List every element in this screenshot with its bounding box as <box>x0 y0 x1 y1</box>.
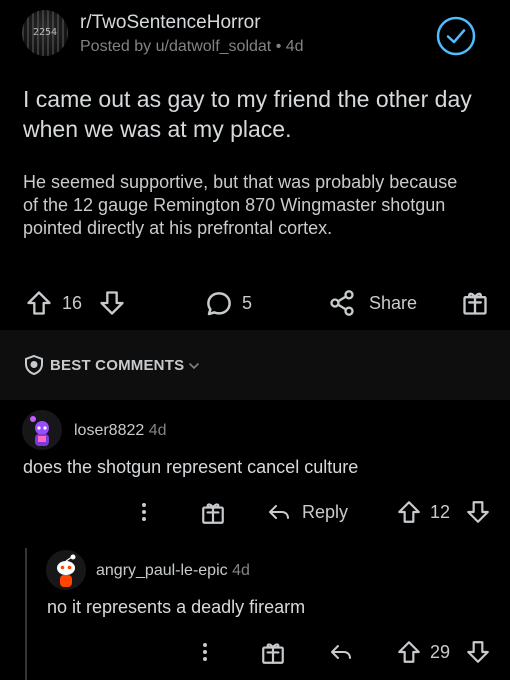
reply-upvote-button[interactable] <box>396 639 422 665</box>
share-icon <box>330 290 354 316</box>
upvote-icon <box>398 501 420 523</box>
subreddit-avatar[interactable]: 2254 <box>22 10 68 56</box>
downvote-icon <box>100 291 124 315</box>
checkmark-badge-icon <box>436 16 476 56</box>
comment-body: does the shotgun represent cancel cultur… <box>23 457 359 477</box>
comment-age: 4d <box>148 422 167 439</box>
posted-by[interactable]: Posted by u/datwolf_soldat <box>80 38 271 55</box>
reply-button[interactable] <box>266 500 292 524</box>
upvote-button[interactable] <box>25 289 53 317</box>
reply-label[interactable]: Reply <box>302 502 348 523</box>
reply-score: 29 <box>430 642 451 662</box>
reply-icon <box>269 505 289 519</box>
upvote-icon <box>27 291 51 315</box>
overflow-dots-icon <box>203 643 207 661</box>
comment-upvote-button[interactable] <box>396 499 422 525</box>
reply-award-button[interactable] <box>260 640 286 666</box>
overflow-dots-icon <box>142 503 146 521</box>
thread-line[interactable] <box>25 548 27 680</box>
mod-shield-icon <box>25 354 43 376</box>
post-score: 16 <box>62 293 83 313</box>
sort-chevron[interactable] <box>188 360 200 372</box>
reply-avatar[interactable] <box>46 550 86 590</box>
comment-icon <box>207 292 231 316</box>
joined-button[interactable] <box>435 15 477 57</box>
reply-author-line: angry_paul-le-epic 4d <box>96 562 250 580</box>
share-button[interactable] <box>328 289 356 317</box>
reply-downvote-button[interactable] <box>465 639 491 665</box>
meta-separator: • <box>275 38 286 55</box>
post-body: He seemed supportive, but that was proba… <box>23 172 458 238</box>
downvote-icon <box>467 501 489 523</box>
comment-downvote-button[interactable] <box>465 499 491 525</box>
comments-button[interactable] <box>204 289 234 319</box>
downvote-icon <box>467 641 489 663</box>
sort-label: BEST COMMENTS <box>50 357 185 374</box>
sort-dropdown[interactable]: BEST COMMENTS <box>50 357 184 374</box>
comment-award-button[interactable] <box>200 500 226 526</box>
reply-reply-button[interactable] <box>328 640 354 664</box>
post-title[interactable]: I came out as gay to my friend the other… <box>23 84 493 144</box>
post-age: 4d <box>285 38 304 55</box>
upvote-icon <box>398 641 420 663</box>
comment-score: 12 <box>430 502 451 522</box>
award-icon <box>202 503 224 524</box>
comment-author[interactable]: loser8822 <box>74 422 144 439</box>
sort-mod-shield <box>22 353 46 377</box>
award-button[interactable] <box>461 289 489 317</box>
reply-age: 4d <box>232 562 250 579</box>
reply-author[interactable]: angry_paul-le-epic <box>96 562 228 579</box>
chevron-down-icon <box>189 363 199 370</box>
award-icon <box>463 292 487 315</box>
comment-more-button[interactable] <box>137 500 151 524</box>
snoo-avatar-icon <box>46 550 86 590</box>
comment-avatar[interactable] <box>22 410 62 450</box>
subreddit-avatar-text: 2254 <box>32 27 58 38</box>
subreddit-name[interactable]: r/TwoSentenceHorror <box>80 12 261 34</box>
post-meta: Posted by u/datwolf_soldat • 4d <box>80 38 304 56</box>
share-label[interactable]: Share <box>369 293 417 314</box>
comment-count: 5 <box>242 293 253 313</box>
downvote-button[interactable] <box>98 289 126 317</box>
comment-author-line: loser8822 4d <box>74 422 167 440</box>
snoo-avatar-icon <box>22 410 62 450</box>
reply-icon <box>331 645 351 659</box>
reply-body: no it represents a deadly firearm <box>47 597 306 617</box>
reply-more-button[interactable] <box>198 640 212 664</box>
award-icon <box>262 643 284 664</box>
